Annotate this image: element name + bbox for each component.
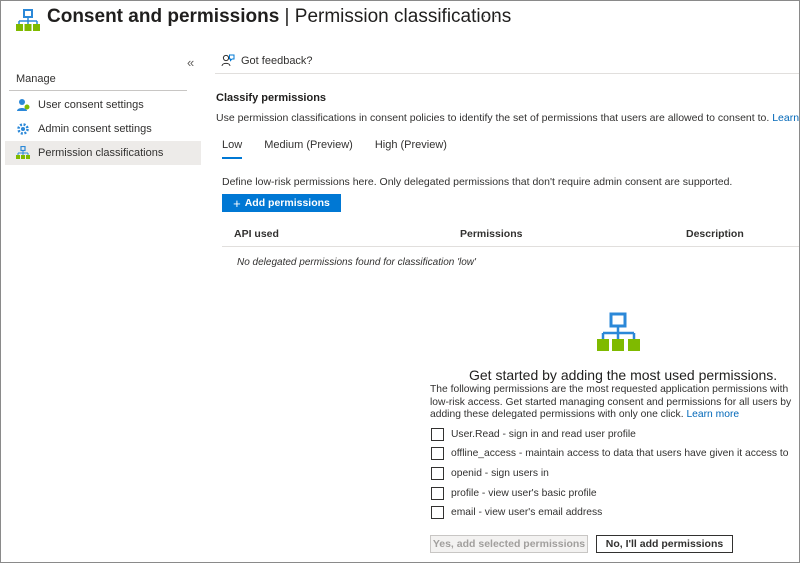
column-header-api-used[interactable]: API used — [234, 228, 279, 240]
getting-started-title: Get started by adding the most used perm… — [469, 367, 778, 383]
add-permissions-button[interactable]: + Add permissions — [222, 194, 341, 212]
permission-label: email - view user's email address — [451, 507, 603, 518]
table-empty-message: No delegated permissions found for class… — [237, 257, 476, 268]
permission-label: profile - view user's basic profile — [451, 488, 597, 499]
permission-checkbox[interactable] — [431, 447, 444, 460]
permission-checkbox[interactable] — [431, 506, 444, 519]
permission-option-offline-access[interactable]: offline_access - maintain access to data… — [431, 447, 789, 460]
permission-option-profile[interactable]: profile - view user's basic profile — [431, 487, 597, 500]
permission-checkbox[interactable] — [431, 487, 444, 500]
column-header-permissions[interactable]: Permissions — [460, 228, 522, 240]
page-header: Consent and permissions | Permission cla… — [1, 1, 799, 41]
sidebar-item-admin-consent-settings[interactable]: Admin consent settings — [5, 117, 201, 141]
tab-medium[interactable]: Medium (Preview) — [264, 139, 353, 161]
permission-checkbox[interactable] — [431, 428, 444, 441]
permission-option-user-read[interactable]: User.Read - sign in and read user profil… — [431, 428, 636, 441]
page-title: Consent and permissions | Permission cla… — [47, 6, 512, 27]
tab-low[interactable]: Low — [222, 139, 243, 161]
section-description: Use permission classifications in consen… — [216, 112, 800, 124]
tab-high[interactable]: High (Preview) — [375, 139, 447, 161]
permission-label: User.Read - sign in and read user profil… — [451, 429, 636, 440]
sidebar-item-label: User consent settings — [38, 99, 144, 111]
plus-icon: + — [233, 195, 241, 211]
org-hierarchy-icon — [16, 146, 30, 159]
sidebar-section-label: Manage — [16, 73, 56, 85]
permission-checkbox[interactable] — [431, 467, 444, 480]
permission-option-email[interactable]: email - view user's email address — [431, 506, 602, 519]
sidebar-item-user-consent-settings[interactable]: User consent settings — [5, 93, 201, 117]
feedback-button[interactable]: Got feedback? — [221, 54, 313, 68]
column-header-description[interactable]: Description — [686, 228, 744, 240]
collapse-sidebar-icon[interactable]: « — [187, 55, 194, 70]
learn-more-link[interactable]: Learn more — [772, 112, 800, 124]
table-header: API used Permissions Description — [222, 223, 799, 247]
permission-label: offline_access - maintain access to data… — [451, 448, 789, 459]
permission-label: openid - sign users in — [451, 468, 549, 479]
more-options-icon[interactable]: ··· — [482, 7, 499, 23]
add-selected-permissions-button[interactable]: Yes, add selected permissions — [430, 535, 588, 553]
main-content: Got feedback? Classify permissions Use p… — [215, 49, 800, 563]
classification-tabs: Low Medium (Preview) High (Preview) — [222, 139, 469, 161]
learn-more-link[interactable]: Learn more — [686, 409, 739, 420]
sidebar-item-permission-classifications[interactable]: Permission classifications — [5, 141, 201, 165]
sidebar-item-label: Permission classifications — [38, 147, 164, 159]
getting-started-description: The following permissions are the most r… — [430, 384, 792, 420]
define-description: Define low-risk permissions here. Only d… — [222, 176, 733, 188]
sidebar-divider — [9, 90, 187, 91]
permission-option-openid[interactable]: openid - sign users in — [431, 467, 549, 480]
section-title: Classify permissions — [216, 92, 327, 104]
toolbar-divider — [215, 73, 799, 74]
add-permissions-manually-button[interactable]: No, I'll add permissions — [596, 535, 733, 553]
sidebar-item-label: Admin consent settings — [38, 123, 152, 135]
sidebar: « Manage User consent settings Admin con… — [1, 49, 203, 563]
org-hierarchy-icon — [597, 312, 640, 351]
user-consent-icon — [17, 99, 30, 111]
gear-icon — [17, 123, 29, 135]
feedback-label: Got feedback? — [241, 55, 313, 67]
feedback-icon — [221, 54, 235, 67]
org-hierarchy-icon — [16, 9, 40, 31]
